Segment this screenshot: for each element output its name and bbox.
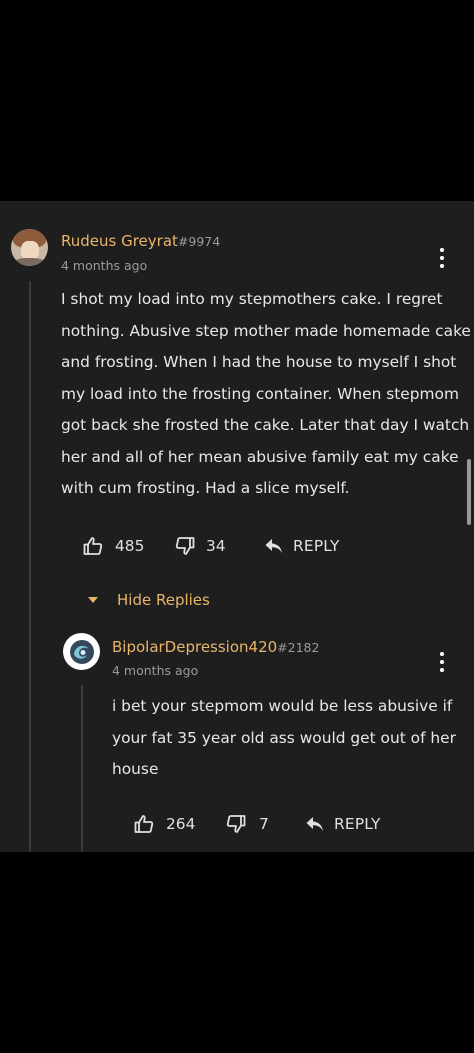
reply-like-button[interactable]: 264 <box>134 812 195 836</box>
reply-like-count: 264 <box>166 815 196 833</box>
reply-more-options-icon[interactable] <box>435 651 449 673</box>
reply-body: i bet your stepmom would be less abusive… <box>112 691 456 786</box>
comment-line: nothing. Abusive step mother made homema… <box>61 321 471 340</box>
reply-line: i bet your stepmom would be less abusive… <box>112 697 453 715</box>
avatar[interactable] <box>11 229 48 266</box>
dislike-button[interactable]: 34 <box>175 534 226 558</box>
reply-dislike-button[interactable]: 7 <box>226 812 269 836</box>
reply-label: REPLY <box>334 815 381 833</box>
reply-line: your fat 35 year old ass would get out o… <box>112 728 456 747</box>
reply-arrow-icon <box>306 817 323 831</box>
reply-avatar[interactable] <box>63 633 100 670</box>
comment-username[interactable]: Rudeus Greyrat#9974 <box>61 232 220 250</box>
vortex-avatar-icon <box>69 639 94 664</box>
reply-dislike-count: 7 <box>259 815 269 833</box>
hide-replies-label: Hide Replies <box>117 591 210 609</box>
caret-down-icon <box>88 597 98 603</box>
reply-button[interactable]: REPLY <box>265 534 340 558</box>
scrollbar[interactable] <box>467 459 471 525</box>
hide-replies-toggle[interactable]: Hide Replies <box>88 589 210 611</box>
comment-panel: Rudeus Greyrat#9974 4 months ago I shot … <box>0 201 474 852</box>
reply-username[interactable]: BipolarDepression420#2182 <box>112 638 319 656</box>
like-count: 485 <box>115 537 145 555</box>
reply-user-tag: #2182 <box>277 640 320 655</box>
comment-line: my load into the frosting container. Whe… <box>61 384 459 403</box>
reply-line: house <box>112 760 159 778</box>
thumbs-down-icon <box>226 815 246 833</box>
reply-arrow-icon <box>265 539 282 553</box>
comment-username-label[interactable]: Rudeus Greyrat <box>61 232 178 250</box>
thumbs-down-icon <box>175 537 195 555</box>
comment-line: got back she frosted the cake. Later tha… <box>61 416 470 434</box>
reply-label: REPLY <box>293 537 340 555</box>
comment-line: her and all of her mean abusive family e… <box>61 447 459 466</box>
comment-line: with cum frosting. Had a slice myself. <box>61 479 350 497</box>
thumbs-up-icon <box>83 537 103 555</box>
comment-user-tag: #9974 <box>177 234 221 249</box>
comment-body: I shot my load into my stepmothers cake.… <box>61 284 471 505</box>
comment-more-options-icon[interactable] <box>435 247 449 269</box>
reply-reply-button[interactable]: REPLY <box>306 812 381 836</box>
comment-thread-line <box>29 281 31 852</box>
thumbs-up-icon <box>134 815 154 833</box>
comment-line: and frosting. When I had the house to my… <box>61 353 457 371</box>
comment-timestamp: 4 months ago <box>61 258 148 273</box>
comment-line: I shot my load into my stepmothers cake.… <box>61 290 443 308</box>
dislike-count: 34 <box>206 537 226 555</box>
reply-username-label[interactable]: BipolarDepression420 <box>112 638 277 656</box>
like-button[interactable]: 485 <box>83 534 144 558</box>
reply-timestamp: 4 months ago <box>112 663 199 678</box>
reply-thread-line <box>81 685 83 852</box>
